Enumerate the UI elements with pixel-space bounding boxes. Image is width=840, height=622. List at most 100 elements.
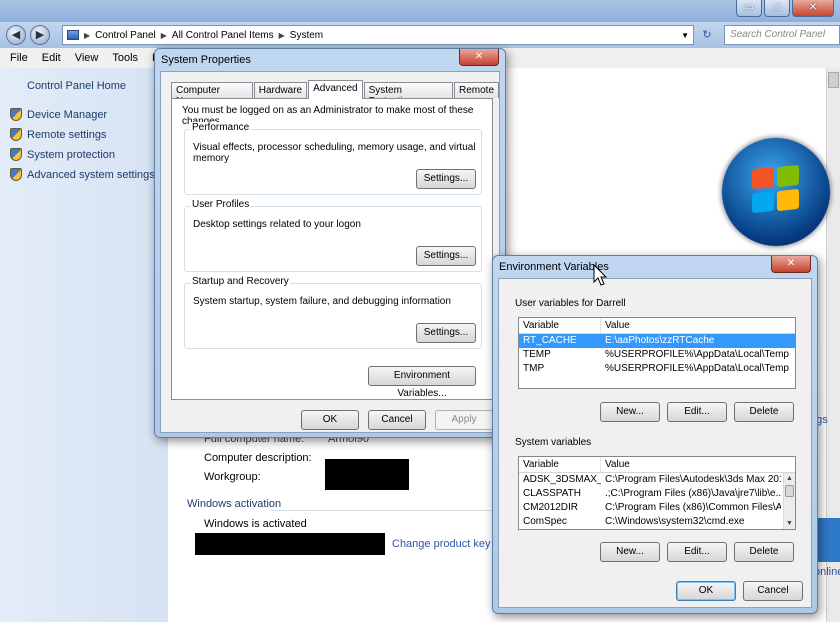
sidebar-item-label: Remote settings [27,128,107,141]
close-button[interactable]: ✕ [459,49,499,66]
system-edit-button[interactable]: Edit... [667,542,727,562]
forward-button[interactable]: ▶ [30,25,50,45]
variable-cell: RT_CACHE [523,335,577,346]
change-product-key-link[interactable]: Change product key [392,538,490,550]
sidebar-item-remote-settings[interactable]: Remote settings [10,128,106,141]
sidebar-item-advanced-settings[interactable]: Advanced system settings [10,168,155,181]
tab-remote[interactable]: Remote [453,82,499,98]
table-row[interactable]: CLASSPATH .;C:\Program Files (x86)\Java\… [519,487,795,501]
user-profiles-label: User Profiles [191,199,251,210]
table-row[interactable]: CM2012DIR C:\Program Files (x86)\Common … [519,501,795,515]
menu-file[interactable]: File [10,52,28,64]
user-edit-button[interactable]: Edit... [667,402,727,422]
ok-button[interactable]: OK [301,410,359,430]
user-delete-button[interactable]: Delete [734,402,794,422]
shield-icon [10,108,22,121]
genuine-badge [816,518,840,562]
cancel-button[interactable]: Cancel [743,581,803,601]
shield-icon [10,148,22,161]
section-divider [270,510,496,511]
value-cell: %USERPROFILE%\AppData\Local\Temp [605,363,789,374]
dialog-body: User variables for Darrell Variable Valu… [498,278,812,608]
tab-advanced[interactable]: Advanced [308,80,363,99]
breadcrumb-system[interactable]: System [290,30,323,41]
system-new-button[interactable]: New... [600,542,660,562]
system-variables-list[interactable]: Variable Value ADSK_3DSMAX_... C:\Progra… [518,456,796,530]
table-row[interactable]: TEMP %USERPROFILE%\AppData\Local\Temp [519,348,795,362]
value-cell: C:\Program Files (x86)\Common Files\A... [605,502,781,513]
forward-arrow-icon: ▶ [35,29,45,41]
scroll-up-icon[interactable]: ▲ [784,473,795,484]
breadcrumb-all-items[interactable]: All Control Panel Items [172,30,274,41]
environment-variables-dialog: Environment Variables ✕ User variables f… [492,255,818,614]
user-variables-list[interactable]: Variable Value RT_CACHE E:\aaPhotos\zzRT… [518,317,796,389]
table-row[interactable]: RT_CACHE E:\aaPhotos\zzRTCache [519,334,795,348]
breadcrumb-control-panel[interactable]: Control Panel [95,30,156,41]
tab-system-protection[interactable]: System Protection [363,82,453,107]
tab-hardware[interactable]: Hardware [253,82,308,98]
performance-desc: Visual effects, processor scheduling, me… [193,142,476,164]
user-profiles-settings-button[interactable]: Settings... [416,246,476,266]
maximize-button[interactable]: □ [764,0,790,17]
menu-tools[interactable]: Tools [112,52,138,64]
environment-variables-button[interactable]: Environment Variables... [368,366,476,399]
column-variable[interactable]: Variable [519,318,601,333]
advanced-tab-panel: You must be logged on as an Administrato… [171,98,493,400]
tab-computer-name[interactable]: Computer Name [171,82,253,107]
table-row[interactable]: TMP %USERPROFILE%\AppData\Local\Temp [519,362,795,376]
user-new-button[interactable]: New... [600,402,660,422]
menu-view[interactable]: View [75,52,99,64]
column-value[interactable]: Value [601,457,795,472]
shield-icon [10,168,22,181]
value-cell: .;C:\Program Files (x86)\Java\jre7\lib\e… [605,488,781,499]
sidebar-item-system-protection[interactable]: System protection [10,148,115,161]
cancel-button[interactable]: Cancel [368,410,426,430]
control-panel-home-link[interactable]: Control Panel Home [27,80,126,92]
table-row[interactable]: ComSpec C:\Windows\system32\cmd.exe [519,515,795,529]
system-variables-label: System variables [515,437,592,448]
startup-recovery-group: Startup and Recovery System startup, sys… [184,276,482,349]
workgroup-label: Workgroup: [204,471,261,483]
variable-cell: ADSK_3DSMAX_... [523,474,601,485]
minimize-button[interactable]: ▭ [736,0,762,17]
windows-activation-heading: Windows activation [187,498,282,510]
dialog-body: Computer Name Hardware Advanced System P… [160,71,500,433]
ok-button[interactable]: OK [676,581,736,601]
scroll-down-icon[interactable]: ▼ [784,518,795,529]
variable-cell: TMP [523,363,545,374]
dialog-title: Environment Variables [499,261,609,273]
tab-strip: Computer Name Hardware Advanced System P… [171,80,499,107]
close-button[interactable]: ✕ [771,256,811,273]
sidebar-item-device-manager[interactable]: Device Manager [10,108,107,121]
column-variable[interactable]: Variable [519,457,601,472]
value-cell: C:\Program Files\Autodesk\3ds Max 2012\ [605,474,781,485]
refresh-icon[interactable]: ↻ [697,26,717,44]
shield-icon [10,128,22,141]
system-delete-button[interactable]: Delete [734,542,794,562]
column-value[interactable]: Value [601,318,795,333]
address-dropdown-icon[interactable]: ▼ [681,31,689,40]
variable-cell: ComSpec [523,516,567,527]
back-button[interactable]: ◀ [6,25,26,45]
computer-description-label: Computer description: [204,452,312,464]
startup-recovery-settings-button[interactable]: Settings... [416,323,476,343]
performance-group: Performance Visual effects, processor sc… [184,122,482,195]
windows-logo [722,138,830,246]
sidebar-item-label: Device Manager [27,108,108,121]
close-window-button[interactable]: ✕ [792,0,834,17]
list-scrollbar[interactable]: ▲ ▼ [783,473,795,529]
mouse-pointer-icon [593,263,608,286]
list-header: Variable Value [519,318,795,334]
search-input[interactable]: Search Control Panel [724,25,840,45]
scroll-thumb[interactable] [785,485,794,497]
address-bar[interactable]: ▶ Control Panel ▶ All Control Panel Item… [62,25,694,45]
breadcrumb-separator-icon: ▶ [278,30,285,40]
performance-settings-button[interactable]: Settings... [416,169,476,189]
apply-button[interactable]: Apply [435,410,493,430]
value-cell: %USERPROFILE%\AppData\Local\Temp [605,349,789,360]
redacted-block [325,459,409,490]
dialog-title: System Properties [161,54,251,66]
value-cell: E:\aaPhotos\zzRTCache [605,335,715,346]
table-row[interactable]: ADSK_3DSMAX_... C:\Program Files\Autodes… [519,473,795,487]
menu-edit[interactable]: Edit [42,52,61,64]
